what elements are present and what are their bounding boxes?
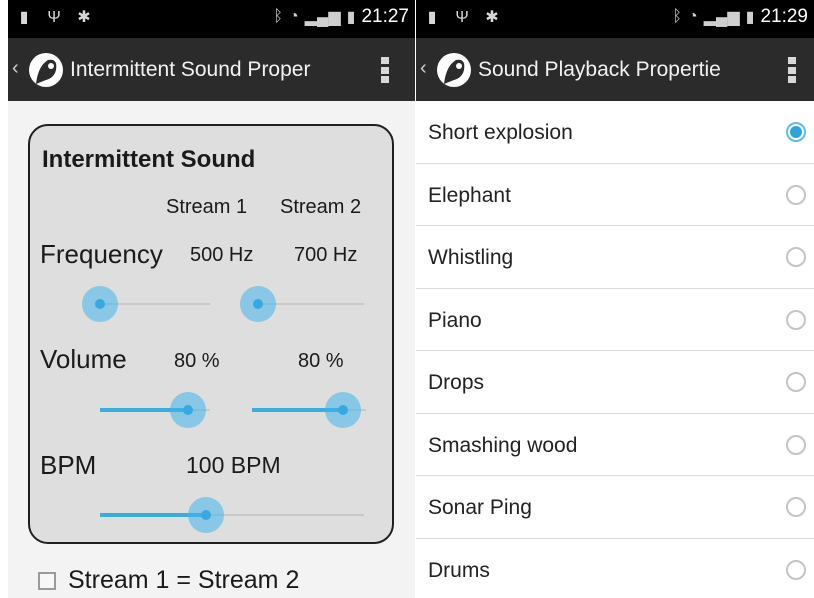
stream-link-checkbox[interactable] — [38, 571, 56, 590]
list-item[interactable]: Piano — [416, 289, 814, 351]
sound-option-radio[interactable] — [786, 309, 806, 330]
sound-option-label: Smashing wood — [428, 433, 578, 457]
status-bar: ▮ Ψ ✱ ᛒ ◔ ▂▄▆ ▮ 21:27 — [8, 0, 415, 38]
frequency-stream2-slider[interactable] — [240, 284, 364, 324]
stream-link-label: Stream 1 = Stream 2 — [68, 566, 300, 594]
overflow-menu-icon[interactable] — [381, 57, 389, 83]
status-bar: ▮ Ψ ✱ ᛒ ◔ ▂▄▆ ▮ 21:29 — [416, 0, 814, 38]
volume-stream2-value: 80 % — [298, 350, 344, 372]
volume-stream2-slider[interactable] — [252, 390, 366, 430]
slider-thumb[interactable] — [240, 286, 276, 322]
usb-icon: Ψ — [455, 9, 469, 26]
list-item[interactable]: Short explosion — [416, 101, 814, 164]
sound-option-radio[interactable] — [786, 184, 806, 205]
list-item[interactable]: Whistling — [416, 226, 814, 289]
sound-option-label: Drums — [428, 558, 490, 582]
stream2-header: Stream 2 — [280, 196, 362, 218]
bluetooth-icon: ᛒ — [273, 8, 284, 25]
slider-thumb[interactable] — [170, 392, 206, 428]
slider-thumb[interactable] — [82, 286, 118, 322]
sound-option-radio[interactable] — [786, 122, 806, 142]
stream-link-checkbox-row[interactable]: Stream 1 = Stream 2 — [38, 566, 299, 595]
signal-icon: ▂▄▆ — [304, 9, 341, 26]
frequency-label: Frequency — [40, 239, 163, 269]
frequency-stream1-value: 500 Hz — [190, 244, 254, 266]
slider-thumb[interactable] — [325, 392, 361, 428]
battery-charging-icon: ▮ — [745, 9, 755, 26]
sound-option-label: Whistling — [428, 246, 514, 269]
sound-option-label: Short explosion — [428, 121, 573, 144]
battery-100-icon: ▮ — [19, 9, 29, 26]
sound-option-radio[interactable] — [786, 247, 806, 267]
overflow-menu-icon[interactable] — [788, 57, 796, 83]
sound-option-radio[interactable] — [786, 559, 806, 580]
intermittent-sound-screen: ▮ Ψ ✱ ᛒ ◔ ▂▄▆ ▮ 21:27 ‹ Intermittent Sou… — [8, 0, 415, 598]
battery-charging-icon: ▮ — [346, 9, 356, 26]
card-title: Intermittent Sound — [42, 146, 256, 173]
status-time: 21:27 — [361, 6, 409, 27]
sound-option-label: Elephant — [428, 183, 511, 207]
status-time: 21:29 — [760, 6, 808, 27]
sound-list: Short explosion Elephant Whistling Piano… — [416, 101, 814, 598]
intermittent-sound-card: Intermittent Sound Stream 1 Stream 2 Fre… — [28, 124, 394, 544]
wifi-icon: ◔ — [688, 8, 698, 25]
sound-option-radio[interactable] — [786, 372, 806, 392]
frequency-stream1-slider[interactable] — [82, 284, 210, 324]
up-chevron-icon[interactable]: ‹ — [12, 57, 19, 80]
screen-title: Intermittent Sound Proper — [70, 58, 311, 81]
sound-option-radio[interactable] — [786, 434, 806, 455]
usb-icon: Ψ — [47, 9, 61, 26]
stream1-header: Stream 1 — [166, 196, 248, 218]
volume-stream1-value: 80 % — [174, 350, 220, 372]
wifi-icon: ◔ — [289, 8, 299, 25]
sound-option-label: Piano — [428, 308, 482, 332]
battery-100-icon: ▮ — [427, 9, 437, 26]
list-item[interactable]: Drops — [416, 351, 814, 414]
up-chevron-icon[interactable]: ‹ — [420, 57, 427, 80]
screen-title: Sound Playback Propertie — [478, 58, 721, 81]
sound-option-radio[interactable] — [786, 497, 806, 517]
list-item[interactable]: Drums — [416, 539, 814, 598]
list-item[interactable]: Sonar Ping — [416, 476, 814, 539]
action-bar: ‹ Intermittent Sound Proper — [8, 38, 415, 101]
list-item[interactable]: Smashing wood — [416, 414, 814, 476]
list-item[interactable]: Elephant — [416, 164, 814, 226]
action-bar: ‹ Sound Playback Propertie — [416, 38, 814, 101]
volume-stream1-slider[interactable] — [100, 390, 210, 430]
sound-option-label: Drops — [428, 371, 485, 394]
sound-option-label: Sonar Ping — [428, 496, 532, 519]
sound-playback-screen: ▮ Ψ ✱ ᛒ ◔ ▂▄▆ ▮ 21:29 ‹ Sound Playback P… — [416, 0, 814, 598]
app-logo-icon[interactable] — [26, 48, 66, 92]
signal-icon: ▂▄▆ — [703, 9, 740, 26]
bpm-value: 100 BPM — [186, 452, 281, 478]
slider-thumb[interactable] — [188, 497, 224, 533]
volume-label: Volume — [40, 344, 127, 374]
bluetooth-icon: ᛒ — [672, 8, 683, 25]
bpm-slider[interactable] — [100, 495, 364, 535]
debug-bug-icon: ✱ — [485, 9, 499, 26]
frequency-stream2-value: 700 Hz — [294, 244, 358, 266]
app-logo-icon[interactable] — [434, 48, 474, 92]
debug-bug-icon: ✱ — [77, 9, 91, 26]
bpm-label: BPM — [40, 450, 97, 480]
